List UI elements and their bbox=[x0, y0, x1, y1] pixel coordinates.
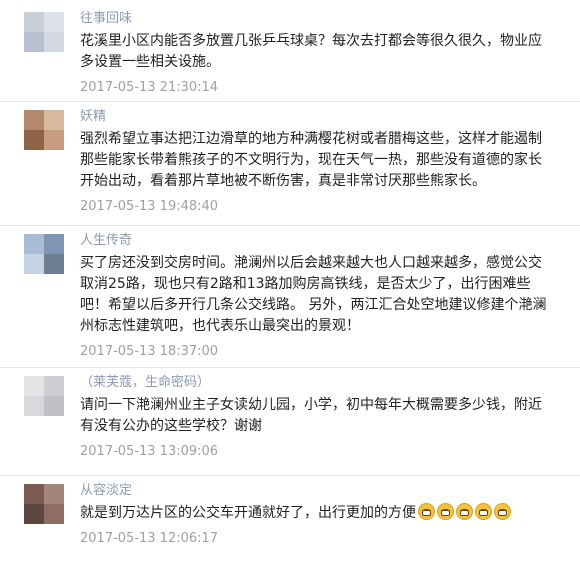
comment-time: 2017-05-13 18:37:00 bbox=[80, 344, 219, 359]
grin-emoji-icon bbox=[418, 503, 435, 520]
grin-emoji-icon bbox=[437, 503, 454, 520]
comment-item: （莱芙蔻，生命密码） 请问一下滟澜州业主子女读幼儿园，小学，初中每年大概需要多少… bbox=[0, 368, 580, 476]
avatar-pixel bbox=[24, 32, 44, 52]
comment-author[interactable]: 人生传奇 bbox=[80, 232, 580, 250]
comment-author[interactable]: 从容淡定 bbox=[80, 482, 580, 500]
comment-item: 往事回味 花溪里小区内能否多放置几张乒乓球桌？每次去打都会等很久很久，物业应多设… bbox=[0, 4, 580, 102]
emoji-row bbox=[416, 503, 511, 521]
avatar-pixel bbox=[44, 396, 64, 416]
avatar[interactable] bbox=[24, 234, 64, 274]
avatar-pixel bbox=[24, 234, 44, 254]
avatar[interactable] bbox=[24, 484, 64, 524]
grin-emoji-icon bbox=[456, 503, 473, 520]
avatar-pixel bbox=[44, 12, 64, 32]
avatar-pixel bbox=[24, 12, 44, 32]
comment-text-body: 就是到万达片区的公交车开通就好了，出行更加的方便 bbox=[80, 505, 416, 521]
comment-text: 请问一下滟澜州业主子女读幼儿园，小学，初中每年大概需要多少钱，附近有没有公办的这… bbox=[80, 397, 542, 434]
avatar-pixel bbox=[24, 130, 44, 150]
avatar-pixel bbox=[44, 130, 64, 150]
avatar-pixel bbox=[44, 254, 64, 274]
comment-time: 2017-05-13 21:30:14 bbox=[80, 80, 219, 95]
comment-item: 妖精 强烈希望立事达把江边滑草的地方种满樱花树或者腊梅这些，这样才能遏制那些能家… bbox=[0, 102, 580, 226]
comment-author[interactable]: 往事回味 bbox=[80, 10, 580, 28]
avatar-pixel bbox=[24, 376, 44, 396]
comment-list: 往事回味 花溪里小区内能否多放置几张乒乓球桌？每次去打都会等很久很久，物业应多设… bbox=[0, 0, 580, 569]
comment-time: 2017-05-13 12:06:17 bbox=[80, 531, 219, 546]
avatar-pixel bbox=[44, 32, 64, 52]
grin-emoji-icon bbox=[475, 503, 492, 520]
avatar-pixel bbox=[24, 504, 44, 524]
avatar[interactable] bbox=[24, 12, 64, 52]
avatar-pixel bbox=[44, 484, 64, 504]
avatar-pixel bbox=[24, 484, 44, 504]
avatar-pixel bbox=[44, 110, 64, 130]
avatar-pixel bbox=[24, 396, 44, 416]
comment-author[interactable]: 妖精 bbox=[80, 108, 580, 126]
comment-author[interactable]: （莱芙蔻，生命密码） bbox=[80, 374, 580, 392]
grin-emoji-icon bbox=[494, 503, 511, 520]
comment-item: 从容淡定 就是到万达片区的公交车开通就好了，出行更加的方便 2017-05-13… bbox=[0, 476, 580, 564]
avatar-pixel bbox=[24, 254, 44, 274]
comment-text: 就是到万达片区的公交车开通就好了，出行更加的方便 bbox=[80, 503, 548, 524]
comment-text: 买了房还没到交房时间。滟澜州以后会越来越大也人口越来越多，感觉公交取消25路，现… bbox=[80, 255, 547, 334]
comment-text: 花溪里小区内能否多放置几张乒乓球桌？每次去打都会等很久很久，物业应多设置一些相关… bbox=[80, 33, 542, 70]
comment-time: 2017-05-13 13:09:06 bbox=[80, 444, 219, 459]
avatar-pixel bbox=[44, 504, 64, 524]
avatar-pixel bbox=[44, 376, 64, 396]
avatar[interactable] bbox=[24, 376, 64, 416]
avatar[interactable] bbox=[24, 110, 64, 150]
comment-time: 2017-05-13 19:48:40 bbox=[80, 199, 219, 214]
comment-text: 强烈希望立事达把江边滑草的地方种满樱花树或者腊梅这些，这样才能遏制那些能家长带着… bbox=[80, 131, 542, 189]
comment-item: 人生传奇 买了房还没到交房时间。滟澜州以后会越来越大也人口越来越多，感觉公交取消… bbox=[0, 226, 580, 368]
avatar-pixel bbox=[44, 234, 64, 254]
avatar-pixel bbox=[24, 110, 44, 130]
